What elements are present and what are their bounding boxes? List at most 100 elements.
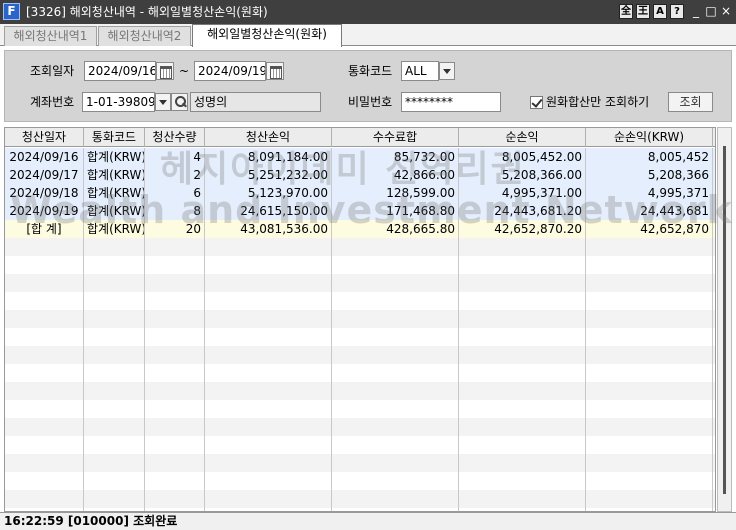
cell-col-qty: [145, 238, 205, 256]
krw-only-checkbox[interactable]: [530, 96, 543, 109]
search-icon[interactable]: [171, 93, 188, 111]
account-dropdown-icon[interactable]: [155, 93, 171, 111]
cell-col-qty: [145, 418, 205, 436]
cell-col-currency: [84, 256, 145, 274]
table-row[interactable]: 2024/09/17 합계(KRW) 2 5,251,232.00 42,866.00 5…: [5, 166, 715, 184]
cell-col-net-pnl-krw: [586, 256, 713, 274]
pin-icon[interactable]: 全: [619, 4, 633, 19]
cell-col-fee-sum: 128,599.00: [332, 184, 459, 202]
minimize-icon[interactable]: _: [690, 4, 702, 19]
empty-row[interactable]: [5, 490, 715, 508]
cell-col-clear-date: [5, 292, 84, 310]
cell-col-clear-pnl: [205, 364, 332, 382]
empty-row[interactable]: [5, 238, 715, 256]
empty-row[interactable]: [5, 400, 715, 418]
help-icon[interactable]: ?: [670, 4, 684, 19]
cell-col-net-pnl-krw: [586, 328, 713, 346]
app-icon: F: [3, 3, 20, 20]
cell-col-clear-pnl: [205, 256, 332, 274]
empty-row[interactable]: [5, 292, 715, 310]
cell-col-net-pnl-krw: [586, 238, 713, 256]
cell-col-clear-pnl: 24,615,150.00: [205, 202, 332, 220]
cell-col-net-pnl: [459, 418, 586, 436]
empty-row[interactable]: [5, 256, 715, 274]
header-col-currency[interactable]: 통화코드: [84, 128, 145, 147]
calendar-to-icon[interactable]: [266, 62, 284, 80]
cell-col-qty: [145, 364, 205, 382]
header-col-net-pnl[interactable]: 순손익: [459, 128, 586, 147]
cell-col-net-pnl: [459, 292, 586, 310]
sum-row[interactable]: [합 계] 합계(KRW) 20 43,081,536.00 428,665.80 42,…: [5, 220, 715, 238]
empty-row[interactable]: [5, 364, 715, 382]
tab-overseas-clearing-2[interactable]: 해외청산내역2: [98, 26, 191, 46]
cell-col-net-pnl: [459, 436, 586, 454]
maximize-icon[interactable]: □: [705, 4, 717, 19]
header-col-clear-pnl[interactable]: 청산손익: [205, 128, 332, 147]
cell-col-fee-sum: [332, 346, 459, 364]
cell-col-currency: [84, 310, 145, 328]
vertical-scrollbar[interactable]: [717, 127, 732, 512]
cell-col-clear-pnl: [205, 490, 332, 508]
table-row[interactable]: 2024/09/16 합계(KRW) 4 8,091,184.00 85,732.00 8…: [5, 148, 715, 166]
cell-col-net-pnl-krw: 24,443,681: [586, 202, 713, 220]
empty-row[interactable]: [5, 274, 715, 292]
scrollbar-thumb[interactable]: [723, 146, 726, 494]
tab-overseas-clearing-1[interactable]: 해외청산내역1: [4, 26, 97, 46]
date-from-input[interactable]: 2024/09/16: [84, 61, 156, 81]
account-label: 계좌번호: [30, 95, 75, 109]
empty-row[interactable]: [5, 346, 715, 364]
cell-col-clear-date: [5, 328, 84, 346]
table-row[interactable]: 2024/09/19 합계(KRW) 8 24,615,150.00 171,468.8…: [5, 202, 715, 220]
cell-col-net-pnl-krw: [586, 364, 713, 382]
chevron-down-icon[interactable]: [439, 62, 455, 80]
empty-row[interactable]: [5, 310, 715, 328]
account-input[interactable]: 1-01-39809: [82, 92, 155, 112]
cell-col-net-pnl-krw: 42,652,870: [586, 220, 713, 238]
currency-select[interactable]: ALL: [401, 61, 439, 81]
cell-col-net-pnl: [459, 256, 586, 274]
cell-col-net-pnl-krw: 8,005,452: [586, 148, 713, 166]
empty-row[interactable]: [5, 328, 715, 346]
cell-col-clear-pnl: 5,123,970.00: [205, 184, 332, 202]
cell-col-clear-pnl: [205, 328, 332, 346]
cell-col-qty: 8: [145, 202, 205, 220]
cell-col-currency: [84, 364, 145, 382]
empty-row[interactable]: [5, 454, 715, 472]
date-separator: ~: [179, 64, 190, 78]
search-button[interactable]: 조회: [668, 92, 713, 112]
header-col-qty[interactable]: 청산수량: [145, 128, 205, 147]
cell-col-net-pnl: [459, 238, 586, 256]
font-icon[interactable]: A: [653, 4, 667, 19]
tab-daily-pnl-krw[interactable]: 해외일별청산손익(원화): [192, 24, 342, 47]
cell-col-currency: [84, 382, 145, 400]
cell-col-qty: [145, 400, 205, 418]
header-col-fee-sum[interactable]: 수수료합: [332, 128, 459, 147]
password-input[interactable]: ********: [401, 92, 501, 112]
cell-col-qty: [145, 436, 205, 454]
calendar-from-icon[interactable]: [156, 62, 174, 80]
cell-col-clear-date: [5, 256, 84, 274]
table-row[interactable]: 2024/09/18 합계(KRW) 6 5,123,970.00 128,599.00…: [5, 184, 715, 202]
cell-col-currency: 합계(KRW): [84, 184, 145, 202]
link-icon[interactable]: 王: [636, 4, 650, 19]
pnl-grid: 청산일자 통화코드 청산수량 청산손익 수수료합 순손익 순손익(KRW) 2024/09/…: [4, 127, 716, 512]
cell-col-qty: 4: [145, 148, 205, 166]
cell-col-clear-date: [합 계]: [5, 220, 84, 238]
header-col-clear-date[interactable]: 청산일자: [5, 128, 84, 147]
cell-col-net-pnl-krw: [586, 472, 713, 490]
password-label: 비밀번호: [348, 95, 393, 109]
empty-row[interactable]: [5, 472, 715, 490]
cell-col-net-pnl-krw: [586, 346, 713, 364]
empty-row[interactable]: [5, 418, 715, 436]
empty-row[interactable]: [5, 436, 715, 454]
cell-col-clear-date: [5, 454, 84, 472]
cell-col-currency: [84, 274, 145, 292]
header-col-net-pnl-krw[interactable]: 순손익(KRW): [586, 128, 713, 147]
empty-row[interactable]: [5, 382, 715, 400]
date-to-input[interactable]: 2024/09/19: [194, 61, 266, 81]
cell-col-net-pnl: [459, 328, 586, 346]
cell-col-clear-pnl: 8,091,184.00: [205, 148, 332, 166]
close-icon[interactable]: ×: [720, 4, 732, 19]
cell-col-net-pnl-krw: [586, 454, 713, 472]
cell-col-net-pnl: 4,995,371.00: [459, 184, 586, 202]
